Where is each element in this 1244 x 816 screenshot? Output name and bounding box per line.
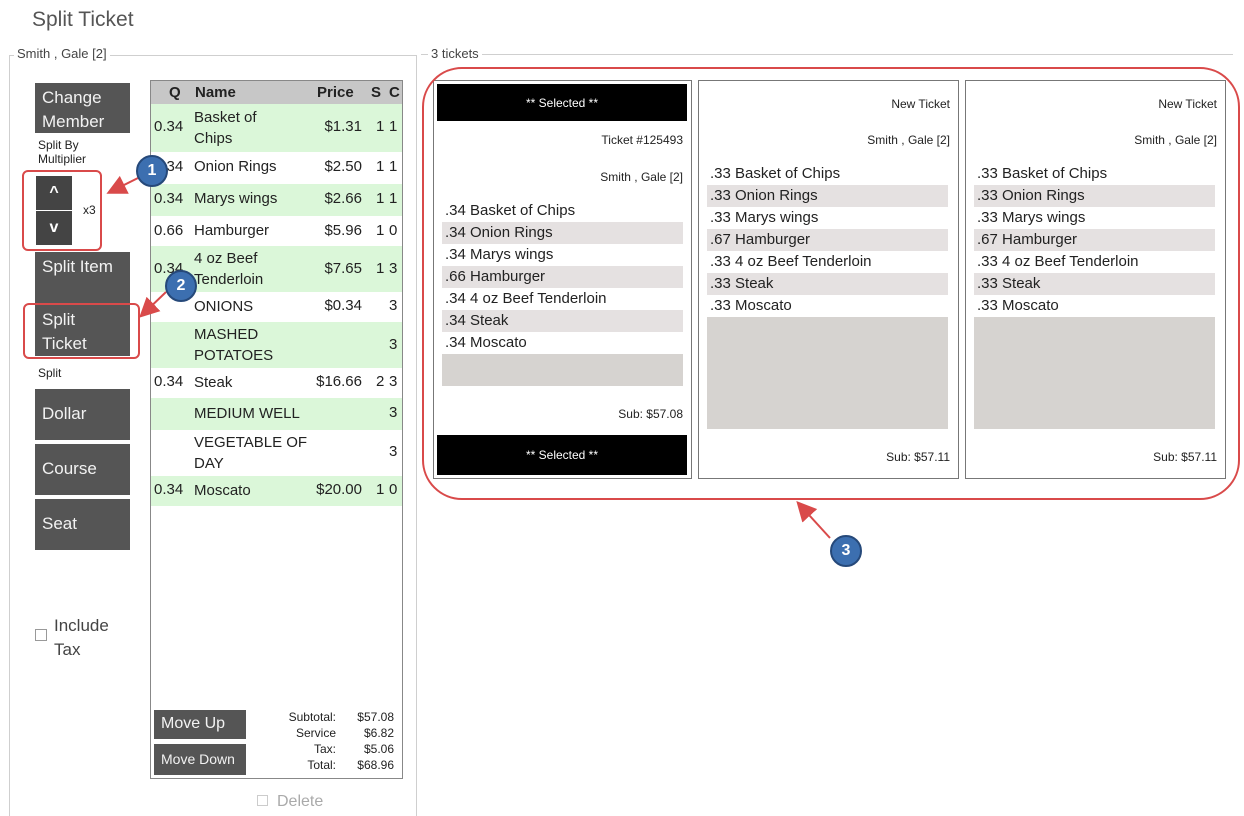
callout-arrow-1 <box>106 175 139 194</box>
callout-badge-1: 1 <box>136 155 168 187</box>
split-ticket-window: Split Ticket Smith , Gale [2] 3 tickets … <box>0 0 1244 816</box>
callout-arrow-2 <box>139 291 167 318</box>
callout-arrows <box>106 175 831 539</box>
callout-arrow-3 <box>796 501 831 539</box>
callout-badge-3: 3 <box>830 535 862 567</box>
callout-badge-2: 2 <box>165 270 197 302</box>
